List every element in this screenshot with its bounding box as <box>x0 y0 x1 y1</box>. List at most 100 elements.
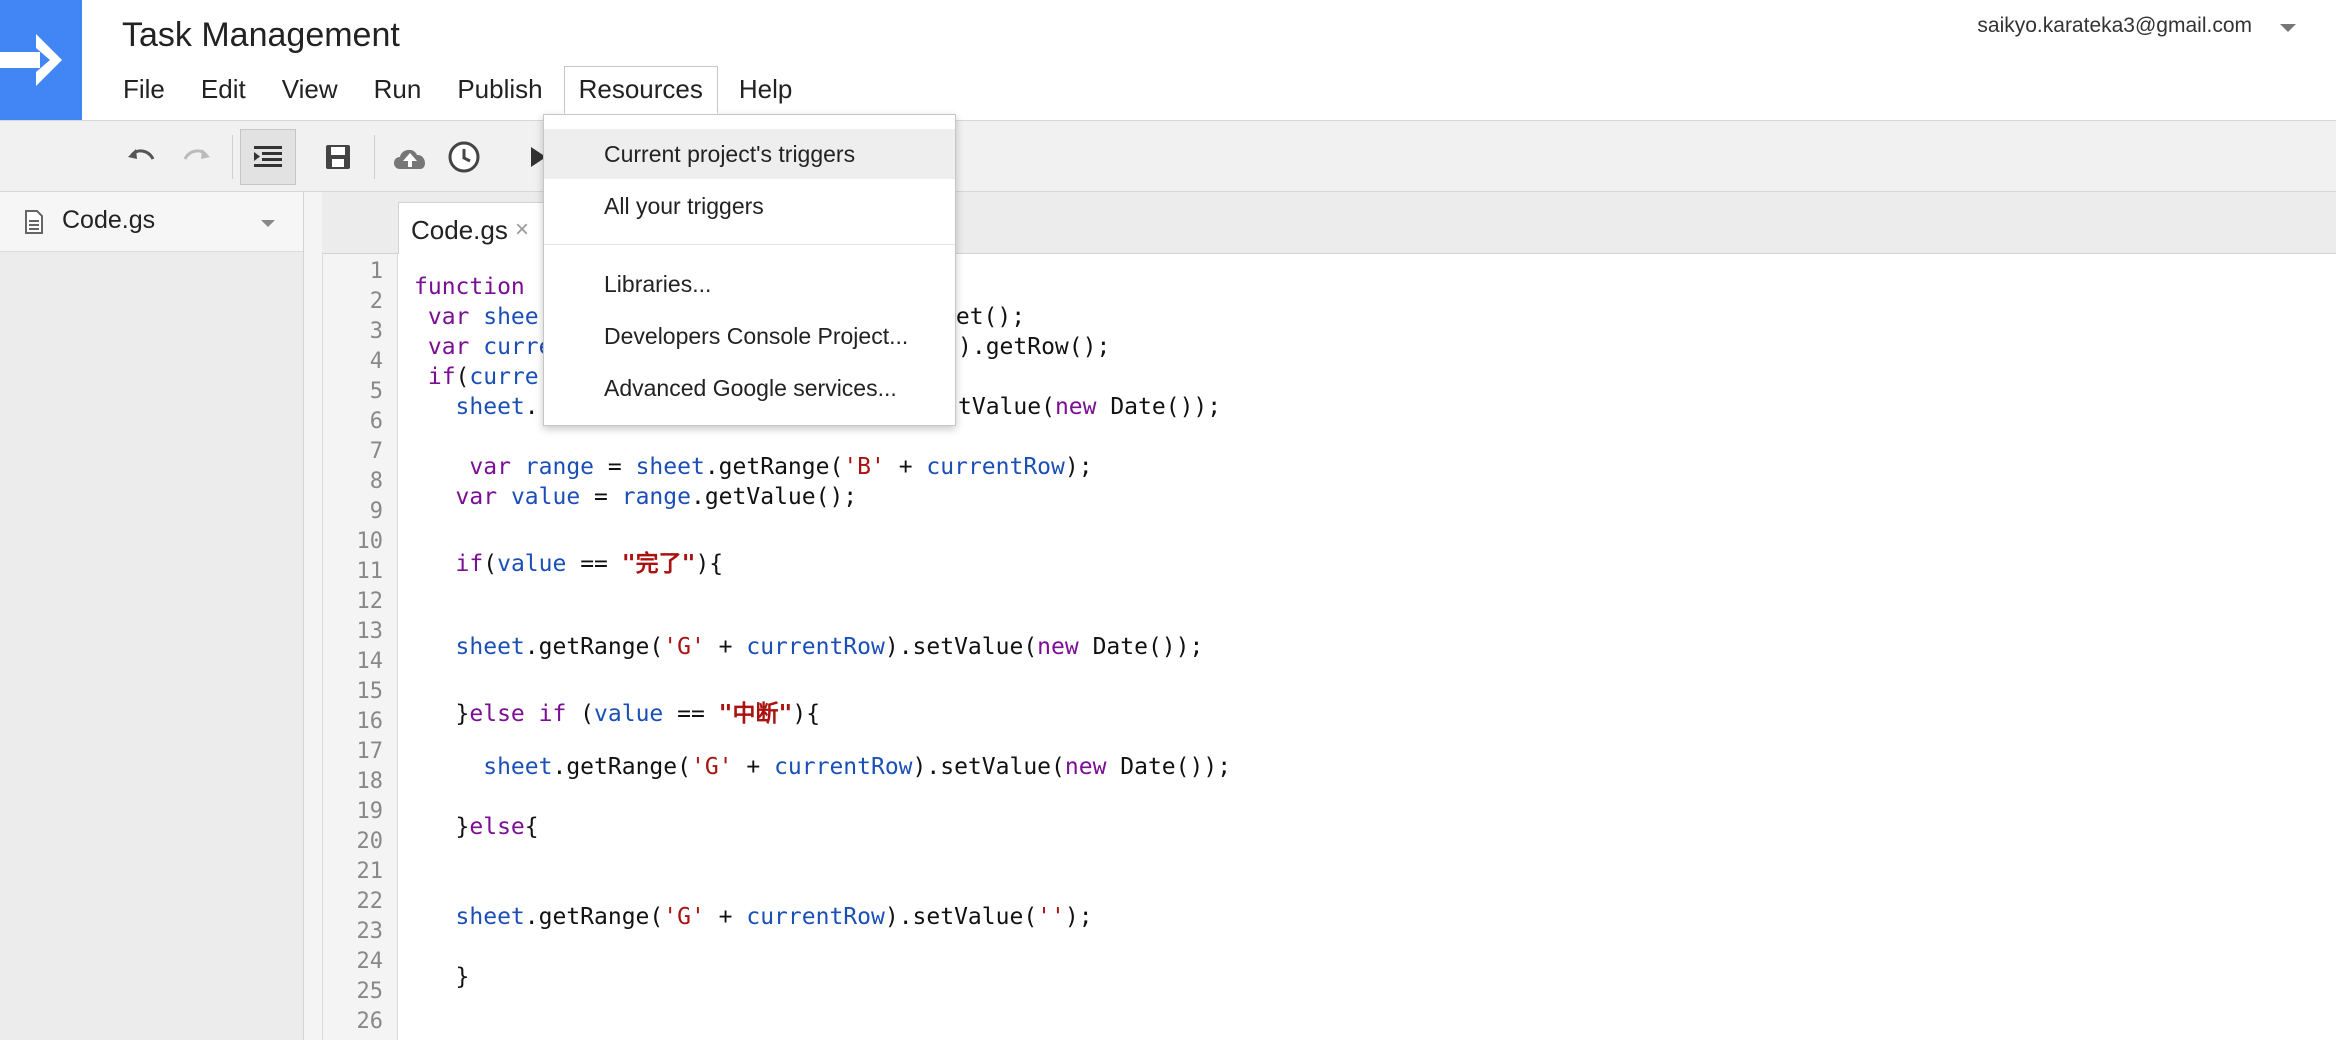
document-icon <box>25 210 43 234</box>
apps-script-logo[interactable] <box>0 0 82 120</box>
code-token: value <box>497 484 581 510</box>
code-line-15: }else if (value == "中断"){ <box>414 694 821 728</box>
triggers-button[interactable] <box>440 133 488 181</box>
line-number: 8 <box>369 469 383 494</box>
code-token: 'G' <box>663 904 705 930</box>
toolbar-divider <box>374 135 375 179</box>
menu-file[interactable]: File <box>108 66 180 114</box>
code-line-5-tail: tValue(new Date()); <box>958 394 1221 420</box>
code-token: currentRow <box>774 754 913 780</box>
code-line-10: if(value == "完了"){ <box>414 544 724 578</box>
code-token: currentRow <box>746 634 885 660</box>
line-number: 6 <box>369 409 383 434</box>
code-token: var <box>414 454 511 480</box>
code-line-2: var shee <box>414 304 539 330</box>
code-token: ); <box>1064 904 1093 930</box>
code-token: curre <box>469 364 539 390</box>
code-token: shee <box>469 304 539 330</box>
file-sidebar: Code.gs <box>0 192 304 1040</box>
code-token: sheet <box>414 394 525 420</box>
toolbar <box>0 120 2336 192</box>
menu-resources[interactable]: Resources <box>563 66 718 114</box>
undo-button[interactable] <box>118 133 166 181</box>
triggers-clock-icon <box>448 141 480 173</box>
code-token: value <box>497 551 567 577</box>
code-line-24: } <box>414 964 470 990</box>
code-token: var <box>414 334 470 360</box>
code-token: ){ <box>695 551 724 577</box>
line-number: 7 <box>369 439 383 464</box>
menu-edit[interactable]: Edit <box>186 66 261 114</box>
line-number: 21 <box>356 859 384 884</box>
line-number: 13 <box>356 619 384 644</box>
code-token: if <box>414 551 484 577</box>
file-name: Code.gs <box>62 206 156 234</box>
deploy-button[interactable] <box>386 133 434 181</box>
code-token: . <box>524 394 539 420</box>
menu-item-advanced-google-services[interactable]: Advanced Google services... <box>544 363 955 413</box>
line-number: 23 <box>356 919 384 944</box>
resources-dropdown-menu: Current project's triggers All your trig… <box>543 114 956 426</box>
menu-publish[interactable]: Publish <box>442 66 557 114</box>
code-token: ).setValue( <box>884 634 1038 660</box>
menu-view[interactable]: View <box>267 66 353 114</box>
code-token: tValue( <box>958 394 1055 420</box>
save-button[interactable] <box>314 133 362 181</box>
menu-help[interactable]: Help <box>724 66 807 114</box>
file-item-code-gs[interactable]: Code.gs <box>0 192 303 252</box>
code-line-17: sheet.getRange('G' + currentRow).setValu… <box>414 754 1231 780</box>
menu-run[interactable]: Run <box>359 66 437 114</box>
menu-divider <box>544 244 955 245</box>
code-token: 'B' <box>843 454 885 480</box>
code-token: Date()); <box>1106 754 1232 780</box>
indent-icon <box>254 146 282 167</box>
line-number: 24 <box>356 949 384 974</box>
menubar: File Edit View Run Publish Resources Hel… <box>108 66 813 114</box>
code-token: } <box>414 701 470 727</box>
account-email[interactable]: saikyo.karateka3@gmail.com <box>1977 14 2252 38</box>
code-token: + <box>704 904 747 930</box>
line-number: 17 <box>356 739 384 764</box>
file-chevron-down-icon[interactable] <box>261 220 275 227</box>
indent-toggle-button[interactable] <box>240 129 296 185</box>
code-token: currentRow <box>926 454 1065 480</box>
code-token: = <box>580 484 622 510</box>
code-token: currentRow <box>746 904 885 930</box>
code-token: else if <box>469 701 567 727</box>
menu-item-libraries[interactable]: Libraries... <box>544 259 955 309</box>
code-token: ).setValue( <box>884 904 1038 930</box>
redo-button[interactable] <box>172 133 220 181</box>
close-icon[interactable]: × <box>515 216 529 244</box>
code-token: new <box>1054 394 1097 420</box>
code-token: .getRange( <box>524 904 664 930</box>
menu-item-all-your-triggers[interactable]: All your triggers <box>544 181 955 231</box>
code-line-1: function <box>414 274 525 300</box>
code-token: + <box>704 634 747 660</box>
code-line-19: }else{ <box>414 814 539 840</box>
save-icon <box>326 145 350 169</box>
cloud-deploy-icon <box>394 149 426 169</box>
code-line-5: sheet. <box>414 394 539 420</box>
project-title[interactable]: Task Management <box>122 16 400 55</box>
code-token: } <box>414 964 470 990</box>
code-token: sheet <box>635 454 705 480</box>
code-token: 'G' <box>690 754 733 780</box>
line-number: 15 <box>356 679 384 704</box>
code-token: ( <box>455 364 470 390</box>
code-token: == <box>663 701 719 727</box>
code-line-22: sheet.getRange('G' + currentRow).setValu… <box>414 904 1093 930</box>
line-number: 5 <box>369 379 383 404</box>
code-token: ); <box>1064 454 1093 480</box>
code-token: curre <box>469 334 553 360</box>
code-token: .getRange( <box>704 454 844 480</box>
line-number-gutter: 1 2 3 4 5 6 7 8 9 10 11 12 13 14 15 16 1… <box>322 254 398 1040</box>
code-token: .getValue(); <box>690 484 858 510</box>
line-number: 9 <box>369 499 383 524</box>
menu-item-current-project-triggers[interactable]: Current project's triggers <box>544 129 955 179</box>
account-chevron-down-icon[interactable] <box>2280 24 2296 32</box>
code-token: new <box>1064 754 1107 780</box>
menu-item-developers-console-project[interactable]: Developers Console Project... <box>544 311 955 361</box>
code-token: var <box>414 484 498 510</box>
code-token: if <box>414 364 456 390</box>
line-number: 20 <box>356 829 384 854</box>
